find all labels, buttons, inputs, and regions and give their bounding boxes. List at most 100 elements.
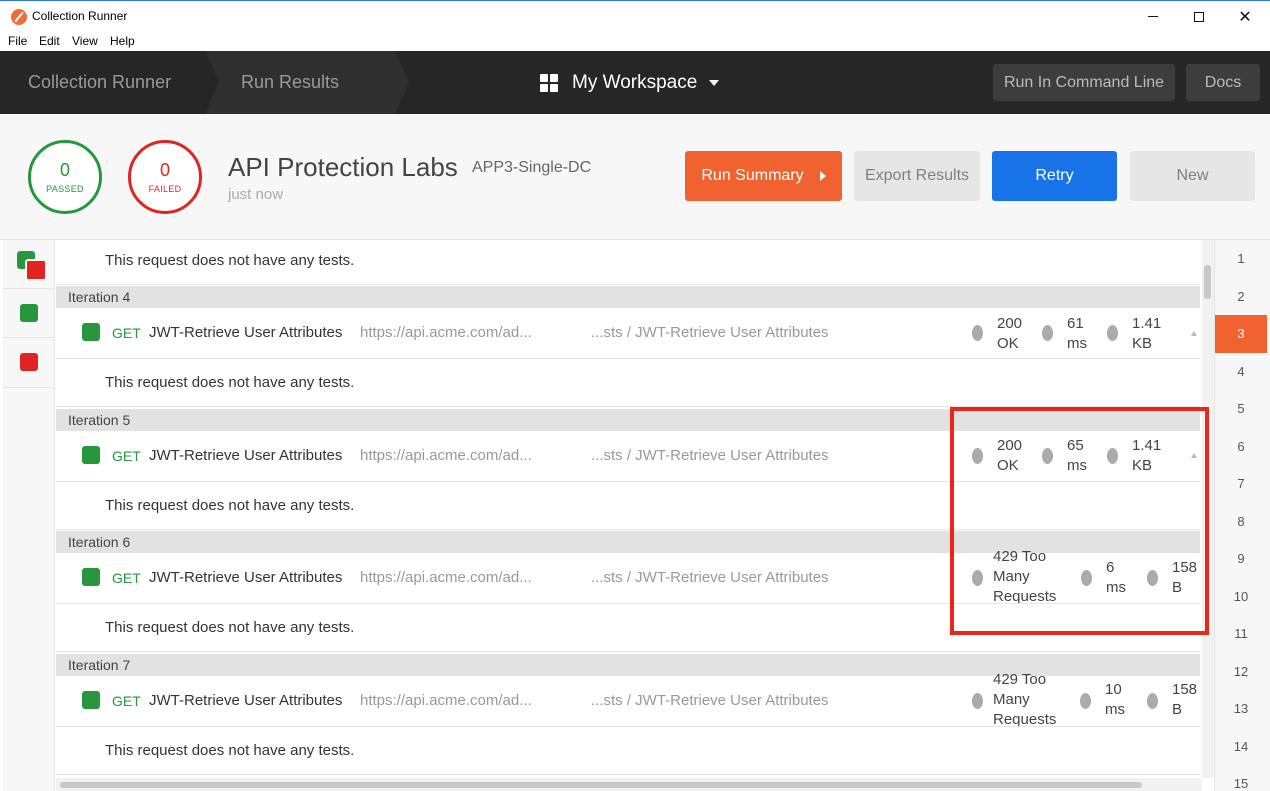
chevron-down-icon — [709, 79, 720, 86]
iteration-number[interactable]: 1 — [1215, 240, 1267, 278]
pass-square-icon — [82, 568, 100, 586]
run-summary-header: 0 PASSED 0 FAILED API Protection Labs AP… — [0, 114, 1270, 240]
run-in-command-line-button[interactable]: Run In Command Line — [993, 64, 1175, 101]
minimize-icon — [1148, 16, 1158, 17]
pass-square-icon — [82, 323, 100, 341]
scroll-thumb[interactable] — [60, 782, 1142, 788]
no-tests-message: This request does not have any tests. — [105, 619, 355, 636]
minimize-button[interactable] — [1130, 1, 1176, 32]
top-navigation: Collection Runner Run Results My Workspa… — [0, 51, 1270, 114]
menu-file[interactable]: File — [8, 34, 27, 48]
failed-counter: 0 FAILED — [128, 140, 202, 214]
failed-count: 0 — [159, 160, 170, 180]
docs-button[interactable]: Docs — [1186, 64, 1260, 101]
iteration-number[interactable]: 13 — [1215, 690, 1267, 728]
passed-counter: 0 PASSED — [28, 140, 102, 214]
pass-square-icon — [82, 691, 100, 709]
pass-square-icon — [20, 304, 38, 322]
run-summary-button[interactable]: Run Summary — [685, 151, 842, 201]
request-method: GET — [112, 325, 141, 341]
window-title: Collection Runner — [32, 9, 128, 23]
scroll-thumb[interactable] — [1204, 265, 1211, 299]
iteration-number-active[interactable]: 3 — [1215, 315, 1267, 353]
passed-count: 0 — [59, 160, 70, 180]
response-time: 61 ms — [1067, 315, 1087, 352]
iteration-number[interactable]: 12 — [1215, 653, 1267, 691]
menu-view[interactable]: View — [72, 34, 98, 48]
request-path: ...sts / JWT-Retrieve User Attributes — [591, 447, 829, 464]
no-tests-message: This request does not have any tests. — [105, 374, 355, 391]
environment-name: APP3-Single-DC — [472, 159, 592, 176]
request-path: ...sts / JWT-Retrieve User Attributes — [591, 324, 829, 341]
time-dot-icon — [1042, 325, 1053, 341]
horizontal-scrollbar[interactable] — [56, 778, 1202, 791]
response-status: 200 OK — [997, 315, 1023, 352]
iteration-number[interactable]: 4 — [1215, 353, 1267, 391]
iteration-number[interactable]: 2 — [1215, 278, 1267, 316]
response-status: 429 Too Many Requests — [993, 671, 1057, 728]
request-url: https://api.acme.com/ad... — [360, 324, 532, 341]
app-logo-icon — [11, 9, 27, 25]
iteration-number[interactable]: 9 — [1215, 540, 1267, 578]
request-method: GET — [112, 448, 141, 464]
annotation-highlight-box — [950, 407, 1209, 635]
workspace-grid-icon — [540, 73, 558, 92]
iteration-number[interactable]: 15 — [1215, 765, 1267, 791]
workspace-name: My Workspace — [572, 71, 698, 93]
workspace-selector[interactable]: My Workspace — [540, 51, 720, 114]
result-filter-column — [3, 240, 55, 791]
no-tests-message: This request does not have any tests. — [105, 497, 355, 514]
maximize-button[interactable] — [1176, 1, 1222, 32]
request-method: GET — [112, 570, 141, 586]
response-size: 158 B — [1172, 681, 1198, 718]
passed-label: PASSED — [46, 184, 84, 194]
new-button[interactable]: New — [1130, 151, 1255, 201]
play-arrow-icon — [819, 171, 826, 181]
request-row[interactable]: GET JWT-Retrieve User Attributes https:/… — [56, 671, 1200, 728]
filter-passed[interactable] — [3, 289, 55, 338]
iteration-number[interactable]: 8 — [1215, 503, 1267, 541]
fail-square-icon — [25, 259, 47, 281]
iteration-index-column: 1 2 3 4 5 6 7 8 9 10 11 12 13 14 15 — [1214, 240, 1270, 791]
request-url: https://api.acme.com/ad... — [360, 569, 532, 586]
collection-name: API Protection Labs — [228, 152, 458, 182]
request-path: ...sts / JWT-Retrieve User Attributes — [591, 569, 829, 586]
menu-bar: File Edit View Help — [0, 31, 1270, 51]
collapse-icon[interactable] — [1191, 331, 1197, 336]
size-dot-icon — [1107, 325, 1118, 341]
time-dot-icon — [1080, 693, 1091, 709]
breadcrumb-run-results[interactable]: Run Results — [241, 51, 339, 114]
title-bar: Collection Runner ✕ — [0, 0, 1270, 31]
no-tests-message: This request does not have any tests. — [105, 742, 355, 759]
pass-square-icon — [82, 446, 100, 464]
close-button[interactable]: ✕ — [1222, 1, 1268, 32]
request-url: https://api.acme.com/ad... — [360, 447, 532, 464]
response-size: 1.41 KB — [1132, 315, 1162, 352]
response-time: 10 ms — [1105, 681, 1125, 718]
status-dot-icon — [972, 325, 983, 341]
fail-square-icon — [20, 353, 38, 371]
filter-failed[interactable] — [3, 338, 55, 388]
request-name: JWT-Retrieve User Attributes — [149, 447, 343, 464]
size-dot-icon — [1147, 693, 1158, 709]
iteration-number[interactable]: 7 — [1215, 465, 1267, 503]
iteration-number[interactable]: 14 — [1215, 728, 1267, 766]
run-summary-label: Run Summary — [701, 167, 804, 184]
retry-button[interactable]: Retry — [992, 151, 1117, 201]
request-name: JWT-Retrieve User Attributes — [149, 324, 343, 341]
request-url: https://api.acme.com/ad... — [360, 692, 532, 709]
no-tests-message: This request does not have any tests. — [105, 252, 355, 269]
filter-all[interactable] — [3, 240, 55, 289]
export-results-button[interactable]: Export Results — [854, 151, 980, 201]
request-row[interactable]: GET JWT-Retrieve User Attributes https:/… — [56, 308, 1200, 358]
menu-edit[interactable]: Edit — [39, 34, 60, 48]
request-name: JWT-Retrieve User Attributes — [149, 692, 343, 709]
menu-help[interactable]: Help — [110, 34, 135, 48]
iteration-number[interactable]: 6 — [1215, 428, 1267, 466]
iteration-header: Iteration 4 — [56, 286, 1200, 308]
iteration-number[interactable]: 10 — [1215, 578, 1267, 616]
breadcrumb-collection-runner[interactable]: Collection Runner — [28, 51, 171, 114]
iteration-number[interactable]: 5 — [1215, 390, 1267, 428]
iteration-number[interactable]: 11 — [1215, 615, 1267, 653]
run-time: just now — [228, 186, 284, 203]
